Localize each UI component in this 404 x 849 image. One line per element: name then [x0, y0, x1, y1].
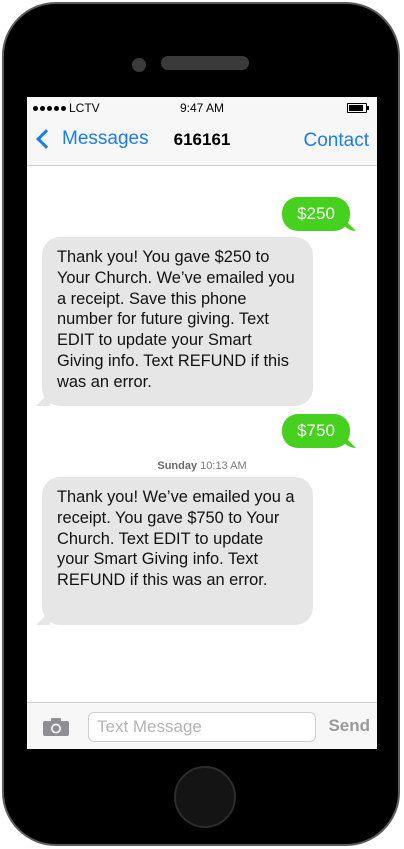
back-button[interactable]: Messages	[33, 128, 149, 150]
outgoing-message: $750	[282, 414, 350, 448]
battery-icon	[347, 103, 369, 113]
status-bar: LCTV 9:47 AM	[27, 97, 377, 119]
status-time: 9:47 AM	[179, 101, 225, 115]
send-button[interactable]: Send	[328, 716, 370, 736]
navigation-bar: Messages 616161 Contact	[27, 119, 377, 166]
timestamp-day: Sunday	[157, 460, 198, 472]
contact-button[interactable]: Contact	[304, 130, 369, 152]
incoming-message: Thank you! You gave $250 to Your Church.…	[42, 237, 313, 406]
timestamp-time: 10:13 AM	[200, 460, 247, 472]
incoming-message: Thank you! We’ve emailed you a receipt. …	[42, 477, 313, 625]
message-composer: Send	[27, 702, 377, 749]
earpiece-speaker	[161, 56, 249, 70]
home-button[interactable]	[174, 766, 236, 828]
camera-icon[interactable]	[42, 717, 70, 737]
message-timestamp: Sunday 10:13 AM	[27, 460, 377, 472]
chevron-left-icon	[36, 129, 56, 149]
outgoing-message: $250	[282, 197, 350, 231]
back-button-label: Messages	[62, 128, 149, 149]
front-camera	[132, 58, 146, 72]
message-input[interactable]	[88, 712, 316, 742]
screen: LCTV 9:47 AM Messages 616161 Contact $25…	[27, 97, 377, 749]
message-thread[interactable]: $250 Thank you! You gave $250 to Your Ch…	[27, 166, 377, 698]
